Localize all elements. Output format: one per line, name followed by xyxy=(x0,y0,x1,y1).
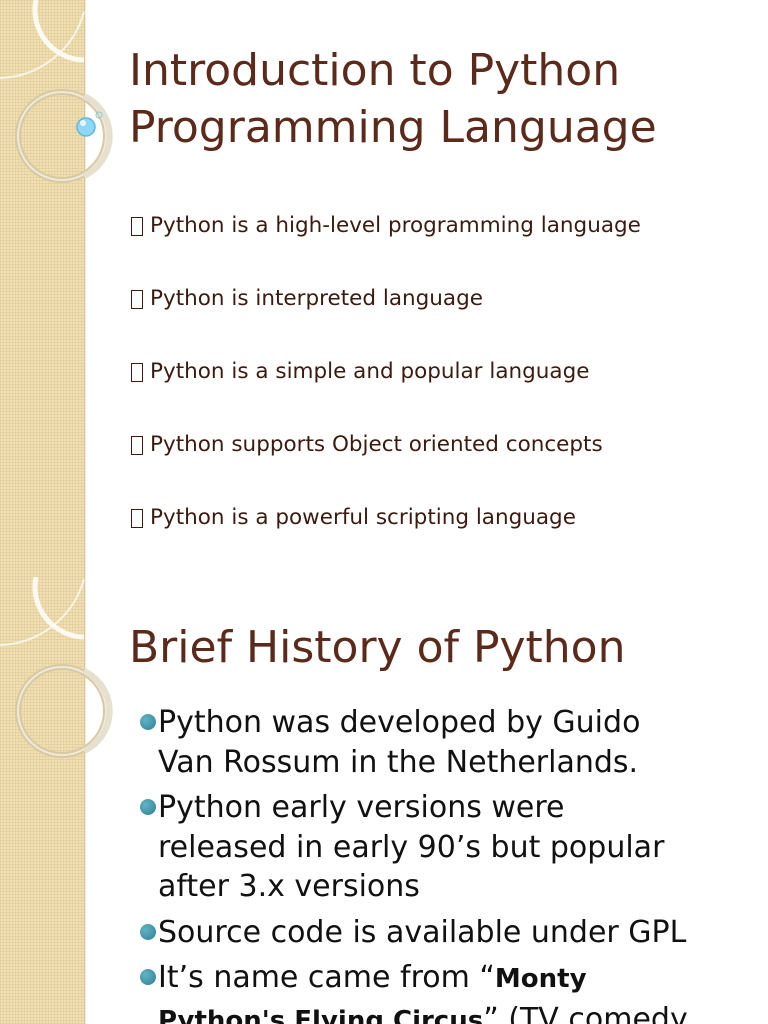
missing-glyph-box-icon xyxy=(131,290,143,309)
list-item: Python is a simple and popular language xyxy=(129,354,641,427)
list-item-text: Python is a powerful scripting language xyxy=(150,505,576,530)
decorative-side-strip xyxy=(0,577,87,1024)
decorative-side-strip xyxy=(0,0,87,577)
list-item-text: Python is a high-level programming langu… xyxy=(150,213,641,238)
list-item-line: Python was developed by Guido xyxy=(158,705,641,740)
list-item-line: Python's Flying Circus” (TV comedy xyxy=(158,1000,760,1024)
intro-points-list: Python is a high-level programming langu… xyxy=(129,208,641,573)
teal-dot-icon xyxy=(140,714,156,730)
missing-glyph-box-icon xyxy=(131,436,143,455)
name-origin-bold: Monty xyxy=(494,964,587,994)
document-page: Introduction to Python Programming Langu… xyxy=(0,0,768,1024)
slide-title: Introduction to Python Programming Langu… xyxy=(129,42,657,156)
history-bullet-list: Python was developed by Guido Van Rossum… xyxy=(140,703,760,1024)
missing-glyph-box-icon xyxy=(131,363,143,382)
list-item: Python supports Object oriented concepts xyxy=(129,427,641,500)
slide-title-line-1: Introduction to Python xyxy=(129,45,621,96)
slide-introduction: Introduction to Python Programming Langu… xyxy=(0,0,768,577)
list-item: Python early versions were released in e… xyxy=(140,788,760,907)
list-item: Python is a high-level programming langu… xyxy=(129,208,641,281)
name-origin-show-title: Python's Flying Circus xyxy=(158,1005,484,1024)
teal-dot-icon xyxy=(140,799,156,815)
list-item-line: Van Rossum in the Netherlands. xyxy=(158,744,639,780)
list-item: Python was developed by Guido Van Rossum… xyxy=(140,703,760,782)
missing-glyph-box-icon xyxy=(131,217,143,236)
list-item-text: Python is interpreted language xyxy=(150,286,483,311)
list-item-line: released in early 90’s but popular xyxy=(158,829,665,865)
list-item-text: Python supports Object oriented concepts xyxy=(150,432,603,457)
list-item: Python is a powerful scripting language xyxy=(129,500,641,573)
missing-glyph-box-icon xyxy=(131,509,143,528)
list-item-line: Source code is available under GPL xyxy=(158,914,687,950)
list-item: Python is interpreted language xyxy=(129,281,641,354)
list-item-line: Python early versions were xyxy=(158,790,565,825)
name-origin-prefix: It’s name came from “ xyxy=(158,960,495,995)
list-item-line: It’s name came from “Monty xyxy=(158,958,760,1000)
slide-title: Brief History of Python xyxy=(129,622,626,673)
slide-title-line-2: Programming Language xyxy=(129,102,657,153)
list-item: It’s name came from “Monty Python's Flyi… xyxy=(140,958,760,1024)
teal-dot-icon xyxy=(140,969,156,985)
list-item: Source code is available under GPL xyxy=(140,913,760,953)
list-item-line: after 3.x versions xyxy=(158,869,420,904)
teal-dot-icon xyxy=(140,923,156,940)
name-origin-suffix: ” (TV comedy xyxy=(483,1001,688,1024)
list-item-text: Python is a simple and popular language xyxy=(150,359,590,384)
